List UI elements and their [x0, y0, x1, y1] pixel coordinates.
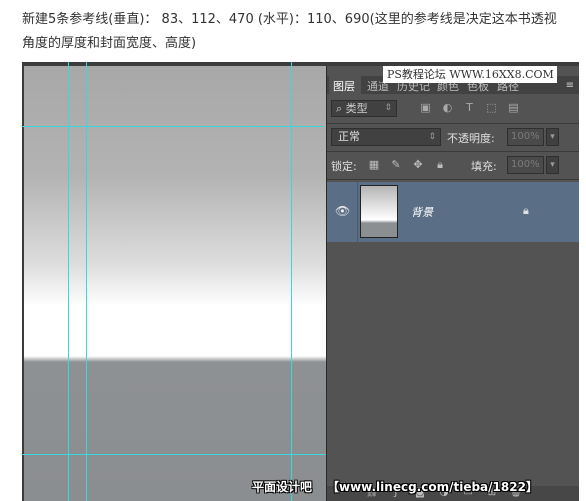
- shape-filter-icon[interactable]: ⬚: [485, 101, 498, 114]
- photoshop-screenshot: 图层 通道 历史记 颜色 色板 路径 PS教程论坛 WWW.16XX8.COM …: [22, 62, 579, 501]
- opacity-input[interactable]: 100%: [507, 128, 544, 146]
- blend-mode-value: 正常: [338, 130, 360, 143]
- layer-row-background[interactable]: 👁︎ 背景 🔒︎: [327, 182, 579, 242]
- opacity-label: 不透明度:: [447, 132, 495, 145]
- guide-horizontal: [22, 126, 324, 127]
- watermark-url: 【www.linecg.com/tieba/1822】: [327, 480, 538, 494]
- lock-transparent-icon[interactable]: ▦: [367, 158, 381, 172]
- eye-icon: 👁︎: [335, 204, 351, 218]
- watermark-brand: 平面设计吧: [252, 480, 313, 494]
- chevron-updown-icon: ⇕: [428, 132, 436, 142]
- fill-label: 填充:: [471, 160, 497, 173]
- search-icon: ⌕: [336, 102, 343, 115]
- filter-kind-label: 类型: [345, 102, 368, 115]
- fill-input[interactable]: 100%: [507, 156, 544, 174]
- lock-icon: 🔒︎: [523, 204, 529, 217]
- guide-horizontal: [22, 454, 327, 455]
- text-filter-icon[interactable]: T: [463, 101, 476, 114]
- panel-menu-icon[interactable]: ≡: [566, 80, 574, 91]
- site-watermark-top: PS教程论坛 WWW.16XX8.COM: [383, 66, 557, 83]
- lock-position-icon[interactable]: ✥: [411, 158, 425, 172]
- chevron-updown-icon: ⇕: [384, 103, 392, 113]
- guide-vertical: [291, 62, 292, 501]
- chevron-down-icon[interactable]: ▾: [546, 128, 559, 146]
- image-filter-icon[interactable]: ▣: [419, 101, 432, 114]
- article-line-2: 角度的厚度和封面宽度、高度): [22, 36, 197, 51]
- tab-layers[interactable]: 图层: [329, 76, 361, 94]
- guide-vertical: [86, 62, 87, 501]
- site-watermark-bottom: 平面设计吧 【www.linecg.com/tieba/1822】: [248, 476, 579, 496]
- article-line-1: 新建5条参考线(垂直)： 83、112、470 (水平)：110、690(这里的…: [22, 12, 557, 27]
- guide-vertical: [68, 62, 69, 501]
- lock-pixels-icon[interactable]: ✎: [389, 158, 403, 172]
- layer-name[interactable]: 背景: [411, 204, 433, 220]
- lock-all-icon[interactable]: 🔒︎: [433, 158, 447, 172]
- lock-label: 锁定:: [331, 160, 357, 173]
- adjustment-filter-icon[interactable]: ◐: [441, 101, 454, 114]
- layers-panel: 图层 通道 历史记 颜色 色板 路径 PS教程论坛 WWW.16XX8.COM …: [326, 66, 579, 501]
- divider: [327, 151, 579, 152]
- visibility-toggle[interactable]: 👁︎: [327, 182, 358, 242]
- article-paragraph: 新建5条参考线(垂直)： 83、112、470 (水平)：110、690(这里的…: [22, 8, 582, 56]
- layer-thumbnail[interactable]: [360, 185, 398, 238]
- divider: [327, 179, 579, 180]
- document-canvas[interactable]: [24, 66, 326, 501]
- blend-mode-select[interactable]: 正常 ⇕: [331, 128, 441, 146]
- smart-object-filter-icon[interactable]: ▤: [507, 101, 520, 114]
- filter-kind-select[interactable]: ⌕ 类型 ⇕: [331, 100, 397, 117]
- chevron-down-icon[interactable]: ▾: [546, 156, 559, 174]
- divider: [327, 123, 579, 124]
